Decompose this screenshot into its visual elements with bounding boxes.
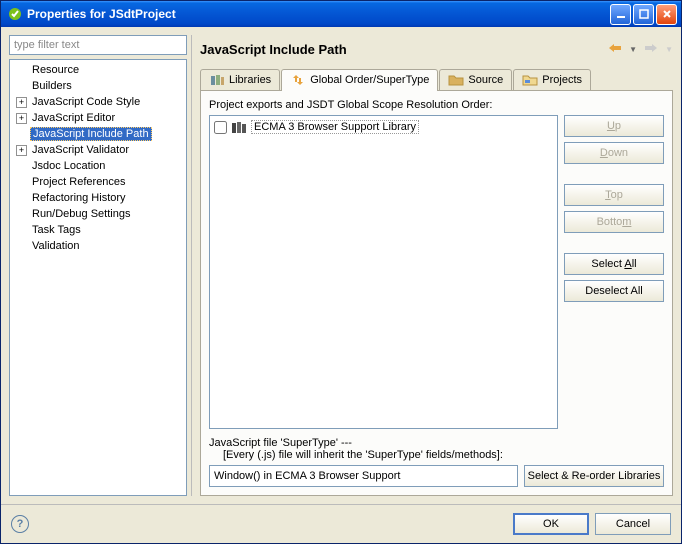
forward-dropdown-icon[interactable]: ▼ <box>665 45 673 54</box>
down-button[interactable]: Down <box>564 142 664 164</box>
list-item[interactable]: ECMA 3 Browser Support Library <box>212 118 555 136</box>
titlebar: Properties for JSdtProject <box>1 1 681 27</box>
tab-projects[interactable]: Projects <box>513 69 591 90</box>
tab-libraries[interactable]: Libraries <box>200 69 280 90</box>
page-title: JavaScript Include Path <box>200 42 347 57</box>
properties-dialog: Properties for JSdtProject Resource Build… <box>0 0 682 544</box>
tree-item[interactable]: Builders <box>12 78 184 94</box>
forward-icon[interactable] <box>643 42 659 57</box>
tree-item-label: Jsdoc Location <box>30 160 107 172</box>
tree-item[interactable]: Resource <box>12 62 184 78</box>
tree-item-label: Task Tags <box>30 224 83 236</box>
supertype-field: Window() in ECMA 3 Browser Support <box>209 465 518 487</box>
source-icon <box>448 73 464 87</box>
help-icon[interactable]: ? <box>11 515 29 533</box>
tree-item[interactable]: Jsdoc Location <box>12 158 184 174</box>
item-checkbox[interactable] <box>214 121 227 134</box>
minimize-button[interactable] <box>610 4 631 25</box>
tree-item[interactable]: Run/Debug Settings <box>12 206 184 222</box>
tree-item-label: JavaScript Validator <box>30 144 131 156</box>
tree-item-label: Run/Debug Settings <box>30 208 132 220</box>
tab-label: Source <box>468 74 503 86</box>
tree-item[interactable]: JavaScript Include Path <box>12 126 184 142</box>
tree-item-label: Builders <box>30 80 74 92</box>
ok-button[interactable]: OK <box>513 513 589 535</box>
tree-item[interactable]: Validation <box>12 238 184 254</box>
nav-arrows: ▼ ▼ <box>607 42 673 57</box>
order-label: Project exports and JSDT Global Scope Re… <box>209 99 664 111</box>
maximize-button[interactable] <box>633 4 654 25</box>
category-tree[interactable]: ResourceBuilders+JavaScript Code Style+J… <box>9 59 187 496</box>
tree-item-label: JavaScript Code Style <box>30 96 142 108</box>
bottom-button[interactable]: Bottom <box>564 211 664 233</box>
deselect-all-button[interactable]: Deselect All <box>564 280 664 302</box>
tree-item-label: Refactoring History <box>30 192 128 204</box>
expand-icon[interactable]: + <box>16 145 27 156</box>
back-icon[interactable] <box>607 42 623 57</box>
tree-item[interactable]: +JavaScript Editor <box>12 110 184 126</box>
filter-input[interactable] <box>9 35 187 55</box>
tab-label: Global Order/SuperType <box>310 74 429 86</box>
sidebar: ResourceBuilders+JavaScript Code Style+J… <box>9 35 187 496</box>
tab-label: Libraries <box>229 74 271 86</box>
tree-item[interactable]: Project References <box>12 174 184 190</box>
libraries-icon <box>209 73 225 87</box>
tree-item-label: Resource <box>30 64 81 76</box>
tree-item-label: JavaScript Include Path <box>30 127 152 141</box>
tree-item[interactable]: Refactoring History <box>12 190 184 206</box>
library-icon <box>231 120 247 134</box>
tree-item[interactable]: +JavaScript Validator <box>12 142 184 158</box>
select-all-button[interactable]: Select All <box>564 253 664 275</box>
window-title: Properties for JSdtProject <box>27 7 610 21</box>
tree-item[interactable]: Task Tags <box>12 222 184 238</box>
tab-label: Projects <box>542 74 582 86</box>
tab-content: Project exports and JSDT Global Scope Re… <box>200 91 673 496</box>
up-button[interactable]: Up <box>564 115 664 137</box>
close-button[interactable] <box>656 4 677 25</box>
expand-icon[interactable]: + <box>16 97 27 108</box>
tab-source[interactable]: Source <box>439 69 512 90</box>
tree-item-label: Validation <box>30 240 82 252</box>
app-icon <box>7 6 23 22</box>
expand-icon[interactable]: + <box>16 113 27 124</box>
order-list[interactable]: ECMA 3 Browser Support Library <box>209 115 558 429</box>
main-panel: JavaScript Include Path ▼ ▼ Libraries Gl… <box>191 35 673 496</box>
tree-item[interactable]: +JavaScript Code Style <box>12 94 184 110</box>
top-button[interactable]: Top <box>564 184 664 206</box>
footer: ? OK Cancel <box>1 504 681 543</box>
back-dropdown-icon[interactable]: ▼ <box>629 45 637 54</box>
tree-item-label: Project References <box>30 176 128 188</box>
order-icon <box>290 73 306 87</box>
select-reorder-button[interactable]: Select & Re-order Libraries <box>524 465 664 487</box>
cancel-button[interactable]: Cancel <box>595 513 671 535</box>
projects-icon <box>522 73 538 87</box>
item-label: ECMA 3 Browser Support Library <box>251 120 419 134</box>
tab-global-order[interactable]: Global Order/SuperType <box>281 69 438 91</box>
tree-item-label: JavaScript Editor <box>30 112 117 124</box>
supertype-label: JavaScript file 'SuperType' --- [Every (… <box>209 437 664 461</box>
tab-bar: Libraries Global Order/SuperType Source … <box>200 69 673 91</box>
